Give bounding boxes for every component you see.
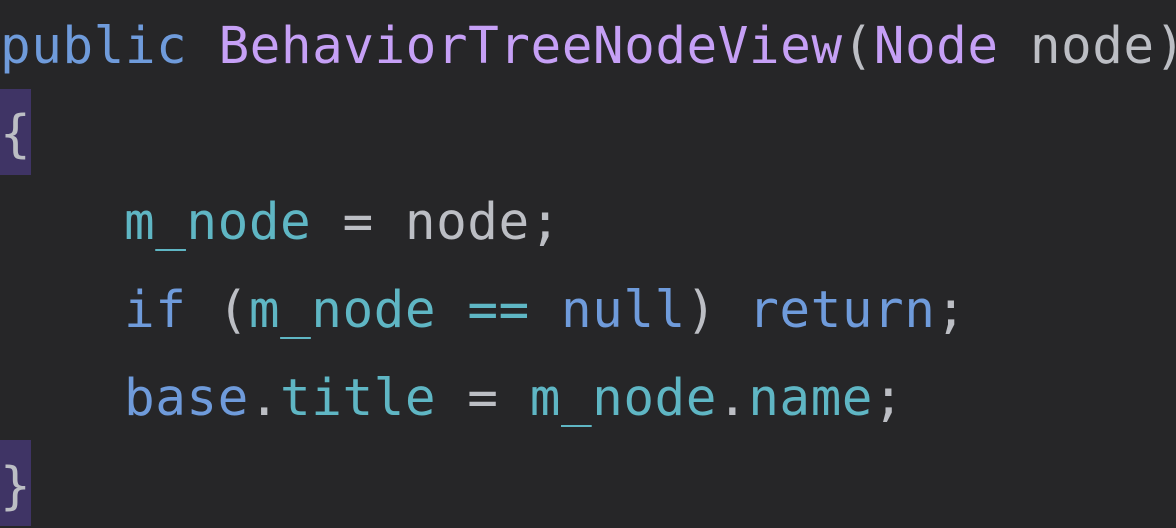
if-keyword: if: [124, 281, 187, 340]
title-property: title: [280, 369, 437, 428]
close-paren: ): [1155, 17, 1176, 76]
code-editor[interactable]: public BehaviorTreeNodeView(Node node) {…: [0, 0, 1176, 528]
method-name: BehaviorTreeNodeView: [218, 17, 843, 76]
value-node: node: [404, 193, 530, 252]
field-m-node: m_node: [529, 369, 717, 428]
return-keyword: return: [748, 281, 936, 340]
param-name: node: [1029, 17, 1155, 76]
close-paren: ): [685, 281, 717, 340]
code-line-6[interactable]: }: [0, 443, 31, 528]
semicolon: ;: [935, 281, 967, 340]
open-paren: (: [842, 17, 874, 76]
semicolon: ;: [873, 369, 905, 428]
code-line-1[interactable]: public BehaviorTreeNodeView(Node node): [0, 3, 1176, 91]
param-type: Node: [873, 17, 999, 76]
assign-operator: =: [342, 193, 374, 252]
open-brace: {: [0, 105, 32, 164]
base-keyword: base: [124, 369, 249, 428]
code-line-2[interactable]: {: [0, 91, 31, 179]
equality-operator: ==: [467, 281, 530, 340]
field-m-node: m_node: [124, 193, 312, 252]
code-line-4[interactable]: if (m_node == null) return;: [0, 267, 967, 355]
dot: .: [248, 369, 281, 428]
name-member: name: [748, 369, 874, 428]
open-paren: (: [217, 281, 249, 340]
null-keyword: null: [560, 281, 686, 340]
close-brace: }: [0, 457, 32, 516]
assign-operator: =: [467, 369, 499, 428]
dot: .: [716, 369, 749, 428]
code-line-3[interactable]: m_node = node;: [0, 179, 561, 267]
code-line-5[interactable]: base.title = m_node.name;: [0, 355, 904, 443]
semicolon: ;: [529, 193, 561, 252]
field-m-node: m_node: [248, 281, 437, 340]
access-modifier: public: [0, 17, 188, 76]
